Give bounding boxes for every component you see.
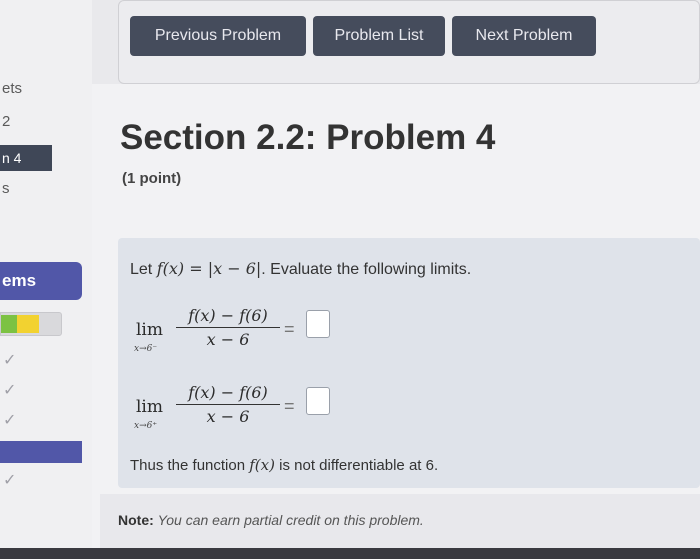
next-problem-button[interactable]: Next Problem	[452, 16, 596, 56]
fraction-numerator: f(x) − f(6)	[176, 383, 280, 405]
answer-input-left-limit[interactable]	[306, 310, 330, 338]
intro-prefix: Let	[130, 261, 157, 278]
limit-approach: x→6⁻	[134, 344, 158, 354]
sidebar-item-label: n 4	[2, 150, 22, 166]
lim-operator: lim	[136, 320, 163, 340]
difference-quotient: f(x) − f(6) x − 6	[176, 383, 280, 426]
progress-bar	[0, 312, 62, 336]
conclusion-prefix: Thus the function	[130, 457, 250, 474]
page-title: Section 2.2: Problem 4	[120, 118, 496, 157]
check-icon: ✓	[3, 412, 17, 429]
fraction-denominator: x − 6	[206, 330, 250, 349]
sidebar-partial-text[interactable]: s	[2, 180, 10, 197]
intro-suffix: . Evaluate the following limits.	[261, 261, 472, 278]
problem-points: (1 point)	[122, 170, 182, 187]
note-label: Note:	[118, 512, 154, 528]
problem-conclusion: Thus the function f(x) is not differenti…	[130, 456, 438, 474]
sidebar-current-problem-marker[interactable]	[0, 441, 82, 463]
sidebar-partial-text: ets	[2, 80, 23, 97]
sidebar-item-current-problem[interactable]: n 4	[0, 145, 52, 171]
equals-sign: =	[284, 319, 295, 339]
conclusion-suffix: is not differentiable at 6.	[274, 457, 439, 474]
limit-approach: x→6⁺	[134, 421, 158, 431]
lim-operator: lim	[136, 397, 163, 417]
problem-intro: Let f(x) = |x − 6|. Evaluate the followi…	[130, 259, 471, 279]
check-icon: ✓	[3, 382, 17, 399]
fraction-denominator: x − 6	[206, 407, 250, 426]
previous-problem-button[interactable]: Previous Problem	[130, 16, 306, 56]
sidebar-problems-heading: ems	[0, 262, 82, 300]
check-icon: ✓	[3, 352, 17, 369]
conclusion-function: f(x)	[249, 456, 275, 474]
equals-sign: =	[284, 396, 295, 416]
progress-partial-segment	[17, 315, 39, 333]
function-definition: f(x) = |x − 6|	[156, 259, 262, 278]
problem-list-button[interactable]: Problem List	[313, 16, 445, 56]
answer-input-right-limit[interactable]	[306, 387, 330, 415]
progress-correct-segment	[1, 315, 17, 333]
fraction-numerator: f(x) − f(6)	[176, 306, 280, 328]
check-icon: ✓	[3, 472, 17, 489]
difference-quotient: f(x) − f(6) x − 6	[176, 306, 280, 349]
partial-credit-note: Note: You can earn partial credit on thi…	[118, 512, 424, 528]
sidebar-partial-text[interactable]: 2	[2, 113, 10, 130]
sidebar-heading-label: ems	[2, 271, 37, 290]
screen-bottom-edge	[0, 548, 700, 559]
note-text: You can earn partial credit on this prob…	[157, 512, 424, 528]
